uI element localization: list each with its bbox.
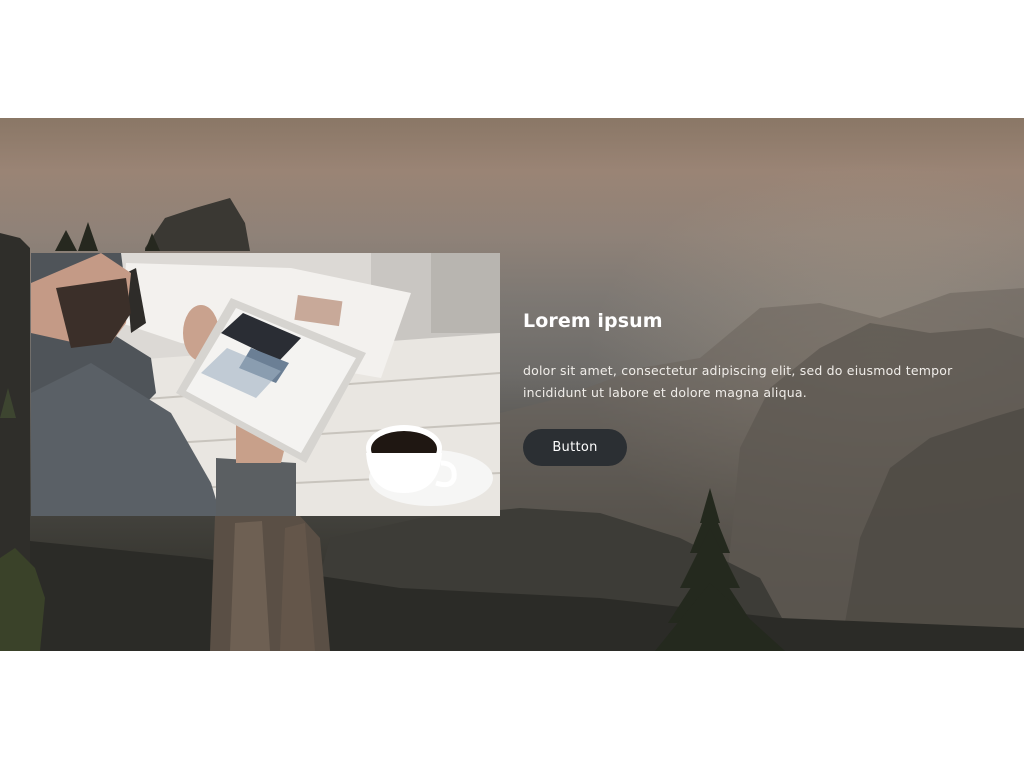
hero-description: dolor sit amet, consectetur adipiscing e… [523, 363, 953, 400]
hero-title: Lorem ipsum [523, 310, 663, 332]
hero-content: Lorem ipsum dolor sit amet, consectetur … [523, 305, 983, 466]
laptop-coffee-photo [31, 253, 500, 516]
hero-button[interactable]: Button [523, 429, 627, 466]
